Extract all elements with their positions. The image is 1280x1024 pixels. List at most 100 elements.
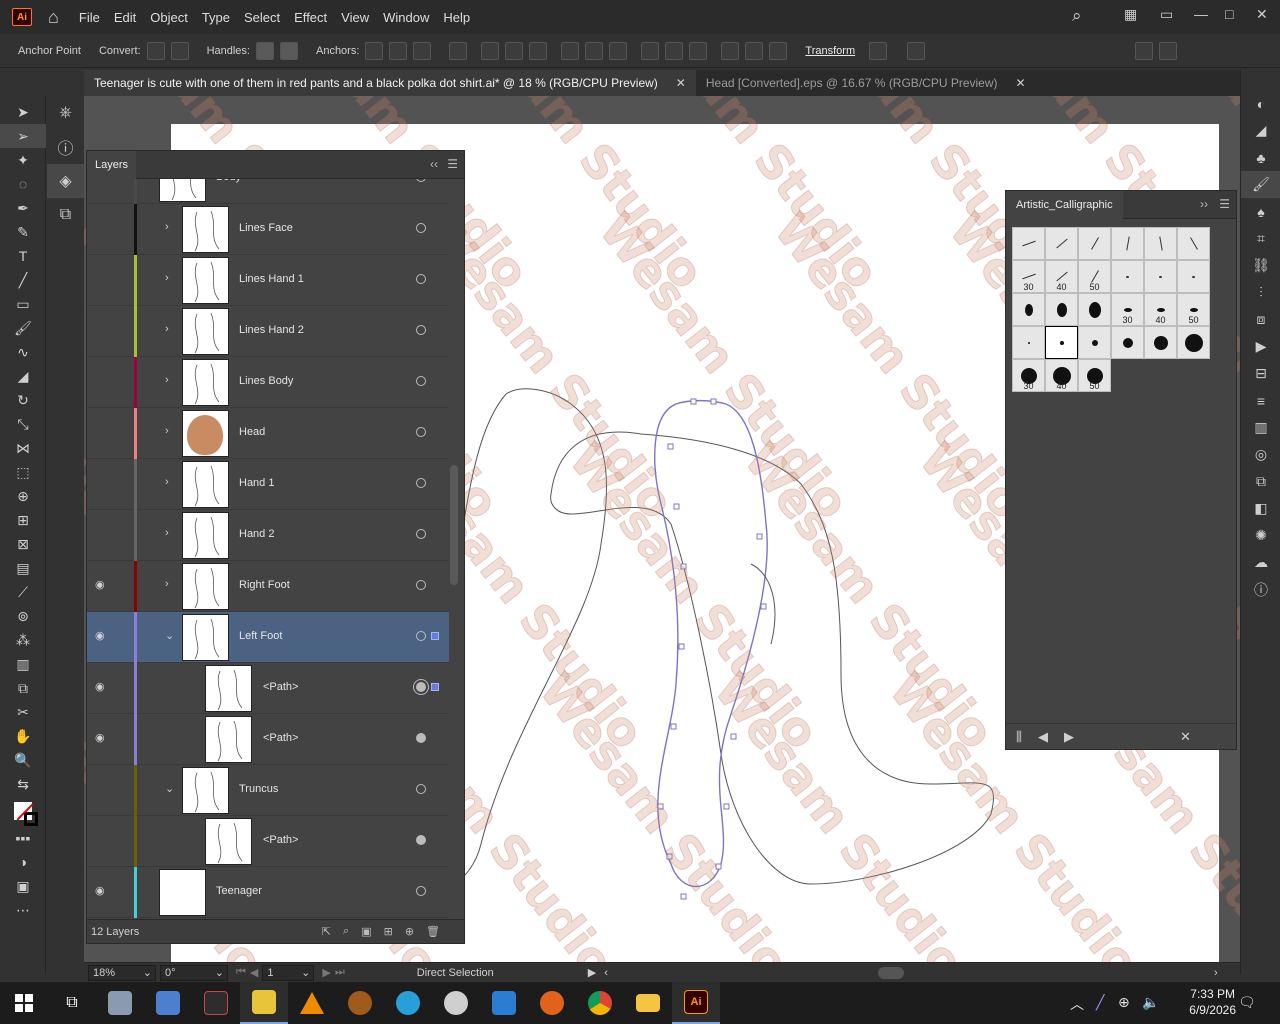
zoom-field[interactable]: 18% ⌄ — [88, 964, 156, 981]
tab-head-document[interactable]: Head [Converted].eps @ 16.67 % (RGB/CPU … — [696, 70, 1036, 96]
direct-selection-tool-icon[interactable]: ➢ — [0, 124, 46, 148]
brushes-panel-title[interactable]: Artistic_Calligraphic — [1006, 191, 1123, 219]
start-icon[interactable] — [0, 982, 48, 1024]
gradient-icon[interactable]: ▥ — [1241, 414, 1280, 441]
chevron-right-icon[interactable]: › — [165, 527, 169, 539]
delete-layer-icon[interactable]: 🗑 — [426, 925, 440, 938]
brush-swatch[interactable]: 30 — [1012, 359, 1045, 392]
chrome-app-icon[interactable] — [576, 982, 624, 1024]
beaver-app-icon[interactable] — [336, 982, 384, 1024]
symbols-icon[interactable]: ♠ — [1241, 198, 1280, 225]
eraser-tool-icon[interactable]: ◢ — [0, 364, 46, 388]
minimize-icon[interactable]: — — [1194, 6, 1208, 22]
align-middle-icon[interactable] — [585, 41, 604, 60]
scroll-right-icon[interactable]: › — [1214, 967, 1218, 979]
first-artboard-icon[interactable]: ⏮ — [236, 966, 246, 979]
actions-icon[interactable]: ▶ — [1241, 333, 1280, 360]
target-icon[interactable] — [416, 835, 426, 845]
artboard-tool-icon[interactable]: ⧉ — [0, 676, 46, 700]
target-icon[interactable] — [416, 478, 426, 488]
links-icon[interactable]: ⛓ — [1241, 252, 1280, 279]
brush-swatch[interactable] — [1045, 227, 1078, 260]
chevron-right-icon[interactable]: › — [165, 425, 169, 437]
navigator-icon[interactable]: ⎈ — [47, 96, 84, 130]
search-icon[interactable]: ⌕ — [1072, 6, 1082, 26]
chevron-right-icon[interactable]: › — [165, 272, 169, 284]
layer-row[interactable]: › Hand 2 — [87, 510, 449, 561]
workspace-icon[interactable]: ▦ — [1124, 6, 1137, 23]
next-artboard-icon[interactable]: ▶ — [322, 966, 330, 979]
layer-row[interactable]: › Lines Face — [87, 204, 449, 255]
target-icon[interactable] — [416, 325, 426, 335]
swatches-icon[interactable]: ♣ — [1241, 144, 1280, 171]
distribute-middle-icon[interactable] — [665, 41, 684, 60]
layers-icon[interactable]: ◈ — [47, 164, 84, 198]
asset-export-icon[interactable]: ⊟ — [1241, 360, 1280, 387]
color-icon[interactable]: ◐ — [1241, 90, 1280, 117]
remove-brush-stroke-icon[interactable]: ✕ — [1180, 729, 1191, 745]
arrange-icon[interactable]: ▭ — [1160, 6, 1173, 23]
rotation-field[interactable]: 0° ⌄ — [160, 964, 228, 981]
horizontal-scroll-thumb[interactable] — [877, 966, 904, 979]
layer-row[interactable]: <Path> — [87, 816, 449, 867]
shape-builder-tool-icon[interactable]: ⊕ — [0, 484, 46, 508]
symbol-sprayer-tool-icon[interactable]: ⁂ — [0, 628, 46, 652]
visibility-eye-icon[interactable]: ◉ — [95, 629, 109, 643]
brush-swatch[interactable] — [1045, 326, 1078, 359]
distribute-right-icon[interactable] — [769, 41, 788, 60]
pathfinder-icon[interactable]: ⧈ — [1241, 306, 1280, 333]
zoom-tool-icon[interactable]: 🔍 — [0, 748, 46, 772]
maximize-icon[interactable]: □ — [1225, 6, 1233, 22]
color-mode-icon[interactable]: ▪▪▪ — [0, 826, 46, 850]
brush-swatch[interactable]: 50 — [1078, 260, 1111, 293]
panel-options-icon[interactable] — [1159, 41, 1178, 60]
layer-row[interactable]: ◉ <Path> — [87, 663, 449, 714]
layers-panel-title[interactable]: Layers — [87, 150, 137, 179]
task-view-icon[interactable]: ⧉ — [48, 982, 96, 1024]
transparency-icon[interactable]: ◎ — [1241, 441, 1280, 468]
layers-scrollbar[interactable] — [450, 185, 458, 925]
menu-window[interactable]: Window — [383, 10, 429, 25]
menu-object[interactable]: Object — [150, 10, 188, 25]
chevron-right-icon[interactable]: › — [165, 323, 169, 335]
export-icon[interactable]: ⇱ — [322, 925, 331, 938]
width-tool-icon[interactable]: ⋈ — [0, 436, 46, 460]
appearance-icon[interactable]: ⧉ — [1241, 468, 1280, 495]
align-right-icon[interactable] — [529, 41, 548, 60]
brush-swatch[interactable]: 40 — [1045, 359, 1078, 392]
curvature-tool-icon[interactable]: ✎ — [0, 220, 46, 244]
stroke-icon[interactable]: ≡ — [1241, 387, 1280, 414]
scroll-left-icon[interactable]: ‹ — [604, 967, 608, 979]
brush-swatch[interactable]: 50 — [1177, 293, 1210, 326]
layer-row[interactable]: › Lines Hand 1 — [87, 255, 449, 306]
recorder-app-icon[interactable] — [240, 982, 288, 1024]
artboards-icon[interactable]: ⧉ — [47, 198, 84, 232]
rectangle-tool-icon[interactable]: ▭ — [0, 292, 46, 316]
photos-app-icon[interactable] — [96, 982, 144, 1024]
visibility-eye-icon[interactable]: ◉ — [95, 680, 109, 694]
brush-swatch[interactable] — [1177, 227, 1210, 260]
scale-tool-icon[interactable]: ⤡ — [0, 412, 46, 436]
notifications-icon[interactable]: 🗨 — [1238, 994, 1256, 1011]
rotate-tool-icon[interactable]: ↻ — [0, 388, 46, 412]
visibility-eye-icon[interactable]: ◉ — [95, 884, 109, 898]
layer-row[interactable]: ◉ › Right Foot — [87, 561, 449, 612]
status-menu-icon[interactable]: ▶ — [588, 966, 596, 979]
target-icon[interactable] — [416, 274, 426, 284]
network-app-icon[interactable] — [384, 982, 432, 1024]
draw-mode-icon[interactable]: ◑ — [0, 850, 46, 874]
chevron-right-icon[interactable]: › — [165, 476, 169, 488]
align-left-icon[interactable] — [481, 41, 500, 60]
panel-menu-icon[interactable]: ☰ — [447, 157, 458, 171]
type-tool-icon[interactable]: T — [0, 244, 46, 268]
brush-swatch[interactable] — [1111, 227, 1144, 260]
libraries-icon[interactable]: ☁ — [1241, 549, 1280, 576]
menu-edit[interactable]: Edit — [114, 10, 136, 25]
brush-swatch[interactable] — [1111, 326, 1144, 359]
distribute-top-icon[interactable] — [641, 41, 660, 60]
brush-swatch[interactable] — [1078, 326, 1111, 359]
remove-anchor-icon[interactable] — [365, 41, 384, 60]
visibility-eye-icon[interactable] — [95, 179, 109, 184]
shaper-tool-icon[interactable]: ∿ — [0, 340, 46, 364]
collapse-panel-icon[interactable]: ›› — [1200, 197, 1208, 211]
